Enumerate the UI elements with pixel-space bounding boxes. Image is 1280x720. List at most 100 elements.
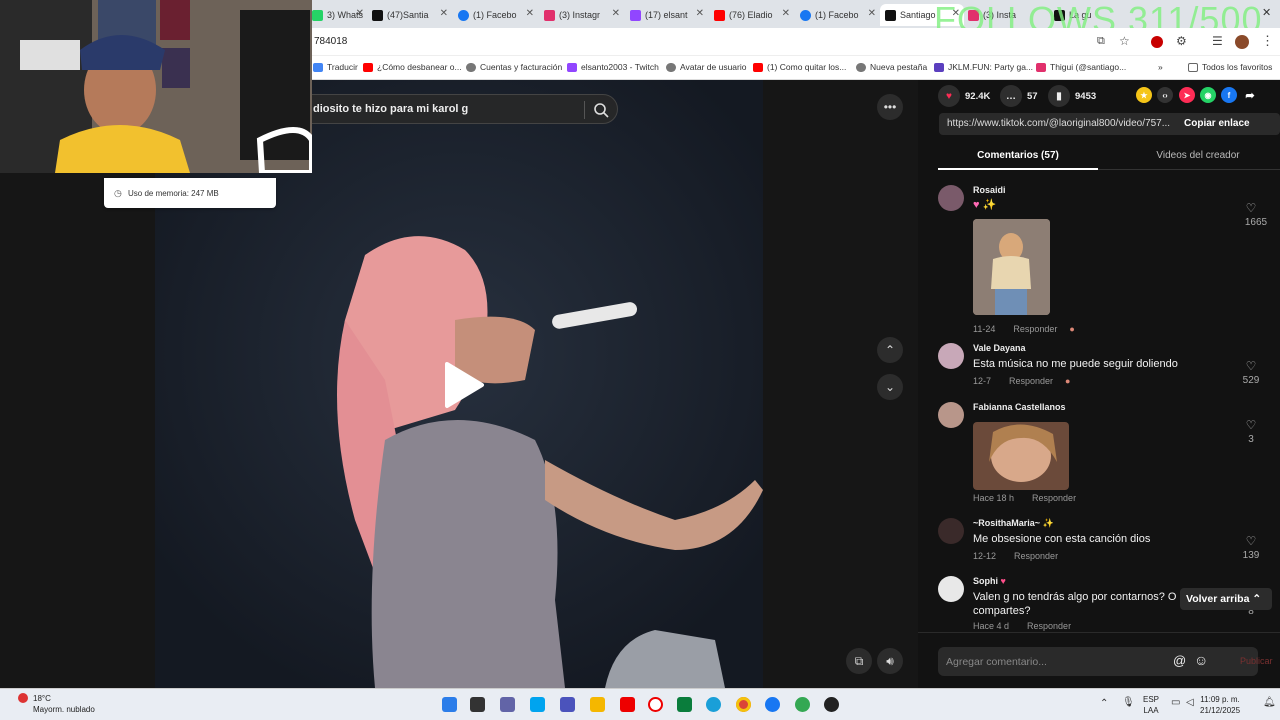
browser-tab[interactable]: 3) Whats ✕ (312, 4, 368, 26)
close-icon[interactable]: ✕ (440, 8, 448, 19)
copy-link-button[interactable]: Copiar enlace (1184, 118, 1250, 129)
start-icon[interactable] (442, 697, 457, 712)
share-arrow-icon[interactable]: ➦ (1242, 87, 1258, 103)
youtube-icon[interactable] (620, 697, 635, 712)
comment-author[interactable]: Vale Dayana (973, 343, 1026, 353)
bookmark[interactable]: Nueva pestaña (856, 62, 927, 72)
browser-tab[interactable]: (3) Instagr ✕ (544, 4, 624, 26)
install-icon[interactable]: ⧉ (1097, 35, 1105, 48)
publish-button[interactable]: Publicar (1240, 656, 1273, 666)
search-input[interactable]: diosito te hizo para mi karol g (313, 103, 468, 115)
bookmark[interactable]: Thigui (@santiago... (1036, 62, 1126, 72)
video-link[interactable]: https://www.tiktok.com/@laoriginal800/vi… (947, 118, 1177, 129)
avatar[interactable] (938, 518, 964, 544)
whatsapp-icon[interactable]: ◉ (1200, 87, 1216, 103)
save-button[interactable]: ▮ 9453 (1048, 85, 1096, 107)
opera-icon[interactable] (648, 697, 663, 712)
close-icon[interactable]: ✕ (782, 8, 790, 19)
bookmark[interactable]: Todos los favoritos (1188, 62, 1272, 72)
bookmark[interactable]: Avatar de usuario (666, 62, 746, 72)
bookmark[interactable]: Cuentas y facturación (466, 62, 562, 72)
profile-avatar[interactable] (1235, 35, 1249, 49)
weather-widget[interactable]: 18°C Mayorm. nublado (14, 694, 95, 714)
emoji-icon[interactable]: ☺ (1194, 652, 1208, 668)
store-icon[interactable] (677, 697, 692, 712)
mention-icon[interactable]: @ (1173, 653, 1186, 668)
comment-image[interactable] (973, 219, 1050, 315)
send-icon[interactable]: ➤ (1179, 87, 1195, 103)
comment-author[interactable]: Rosaidi (973, 185, 1006, 195)
bookmark[interactable]: (1) Como quitar los... (753, 62, 846, 72)
chrome-icon[interactable] (736, 697, 751, 712)
heart-icon[interactable]: ♡ (1234, 418, 1268, 432)
volume-button[interactable]: 🔊︎ (877, 648, 903, 674)
teams-icon[interactable] (560, 697, 575, 712)
back-to-top-button[interactable]: Volver arriba ⌃ (1180, 588, 1272, 610)
share-gold-icon[interactable]: ★ (1136, 87, 1152, 103)
chevron-up-icon[interactable]: ⌃ (1100, 698, 1108, 709)
close-window-icon[interactable]: ✕ (1262, 6, 1271, 19)
close-icon[interactable]: ✕ (868, 8, 876, 19)
reply-button[interactable]: Responder (1009, 376, 1053, 386)
facebook-icon[interactable] (765, 697, 780, 712)
browser-tab[interactable]: (76) Eladio ✕ (714, 4, 794, 26)
heart-icon[interactable]: ♡ (1234, 201, 1268, 215)
browser-tab[interactable]: (1) Facebo ✕ (458, 4, 538, 26)
close-icon[interactable]: ✕ (356, 8, 364, 19)
obs-icon[interactable] (824, 697, 839, 712)
browser-tab[interactable]: (47)Santia ✕ (372, 4, 452, 26)
play-button[interactable] (430, 360, 492, 410)
embed-icon[interactable]: ‹› (1157, 87, 1173, 103)
like-button[interactable]: ♥ 92.4K (938, 85, 990, 107)
comment-button[interactable]: … 57 (1000, 85, 1038, 107)
microphone-icon[interactable]: 🎙︎ (1122, 697, 1135, 708)
reading-list-icon[interactable]: ☰ (1212, 34, 1223, 48)
avatar[interactable] (938, 185, 964, 211)
search-bar[interactable]: diosito te hizo para mi karol g (296, 94, 618, 124)
browser-tab[interactable]: (17) elsant ✕ (630, 4, 708, 26)
browser-tab[interactable]: (1) Facebo ✕ (800, 4, 880, 26)
url-text[interactable]: 784018 (314, 36, 347, 47)
avatar[interactable] (938, 576, 964, 602)
comment-input[interactable]: Agregar comentario... @ ☺ (938, 647, 1258, 676)
speaker-icon[interactable]: ◁ (1186, 697, 1194, 708)
extensions-icon[interactable]: ⚙ (1176, 34, 1187, 48)
reply-button[interactable]: Responder (1027, 621, 1071, 631)
comment-author[interactable]: ~RosithaMaria~ ✨ (973, 518, 1054, 529)
comment-author[interactable]: Sophi ♥ (973, 576, 1006, 586)
bookmark[interactable]: JKLM.FUN: Party ga... (934, 62, 1033, 72)
more-options-button[interactable]: ••• (877, 94, 903, 120)
heart-icon[interactable]: ♡ (1234, 534, 1268, 548)
language-indicator[interactable]: ESP LAA (1143, 694, 1159, 716)
miniplayer-button[interactable]: ⧉ (846, 648, 872, 674)
avatar[interactable] (938, 402, 964, 428)
clock[interactable]: 11:09 p. m. 21/12/2025 (1200, 694, 1240, 716)
task-view-icon[interactable] (470, 697, 485, 712)
reply-button[interactable]: Responder (1014, 551, 1058, 561)
reply-button[interactable]: Responder (1013, 324, 1057, 334)
heart-icon[interactable]: ♡ (1234, 359, 1268, 373)
more-bookmarks-icon[interactable]: » (1158, 62, 1163, 72)
tab-comments[interactable]: Comentarios (57) (938, 142, 1098, 170)
comment-author[interactable]: Fabianna Castellanos (973, 402, 1066, 412)
next-video-button[interactable]: ⌄ (877, 374, 903, 400)
copilot-icon[interactable] (530, 697, 545, 712)
chrome-profile-icon[interactable] (795, 697, 810, 712)
previous-video-button[interactable]: ⌃ (877, 337, 903, 363)
tab-creator-videos[interactable]: Videos del creador (1118, 142, 1278, 170)
star-icon[interactable]: ☆ (1119, 34, 1130, 48)
comment-image[interactable] (973, 422, 1069, 490)
notification-icon[interactable]: 🔔︎ (1263, 697, 1276, 708)
close-icon[interactable]: ✕ (696, 8, 704, 19)
avatar[interactable] (938, 343, 964, 369)
reply-button[interactable]: Responder (1032, 493, 1076, 503)
bookmark[interactable]: elsanto2003 - Twitch (567, 62, 659, 72)
facebook-icon[interactable]: f (1221, 87, 1237, 103)
close-icon[interactable]: ✕ (526, 8, 534, 19)
file-explorer-icon[interactable] (590, 697, 605, 712)
search-icon[interactable] (592, 101, 610, 119)
close-icon[interactable]: ✕ (612, 8, 620, 19)
edge-icon[interactable] (706, 697, 721, 712)
chat-icon[interactable] (500, 697, 515, 712)
network-icon[interactable]: ▭ (1171, 697, 1180, 708)
